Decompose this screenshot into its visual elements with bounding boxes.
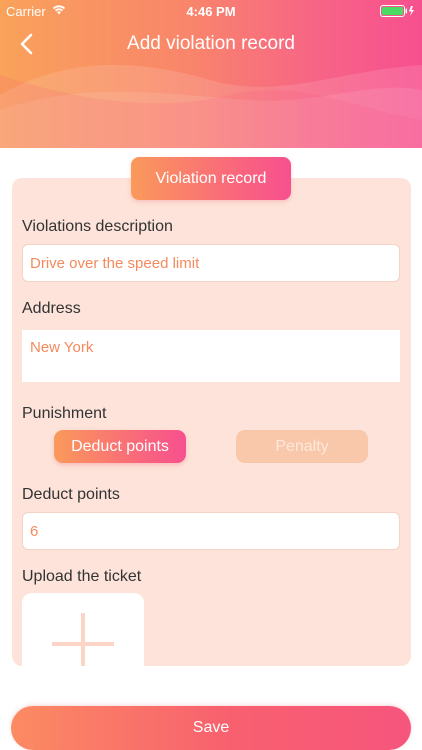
header: Carrier 4:46 PM Add violation record [0, 0, 422, 148]
violations-description-input[interactable]: Drive over the speed limit [22, 244, 400, 282]
violation-record-tab: Violation record [131, 157, 291, 200]
status-bar: Carrier 4:46 PM [0, 0, 422, 22]
punishment-label: Punishment [22, 405, 107, 422]
screen: Carrier 4:46 PM Add violation record Vio… [0, 0, 422, 750]
deduct-points-label: Deduct points [22, 486, 120, 503]
battery-charging-icon [380, 5, 414, 17]
plus-icon [52, 613, 114, 666]
deduct-points-input[interactable]: 6 [22, 512, 400, 550]
penalty-option[interactable]: Penalty [236, 430, 368, 463]
upload-ticket-label: Upload the ticket [22, 568, 142, 585]
page-title: Add violation record [127, 33, 295, 54]
status-time: 4:46 PM [186, 4, 236, 19]
address-input[interactable]: New York [22, 330, 400, 382]
nav-bar: Add violation record [0, 22, 422, 66]
upload-ticket-button[interactable] [22, 593, 144, 666]
save-button[interactable]: Save [11, 706, 411, 750]
violations-description-label: Violations description [22, 218, 173, 235]
address-label: Address [22, 300, 81, 317]
deduct-points-option[interactable]: Deduct points [54, 430, 186, 463]
